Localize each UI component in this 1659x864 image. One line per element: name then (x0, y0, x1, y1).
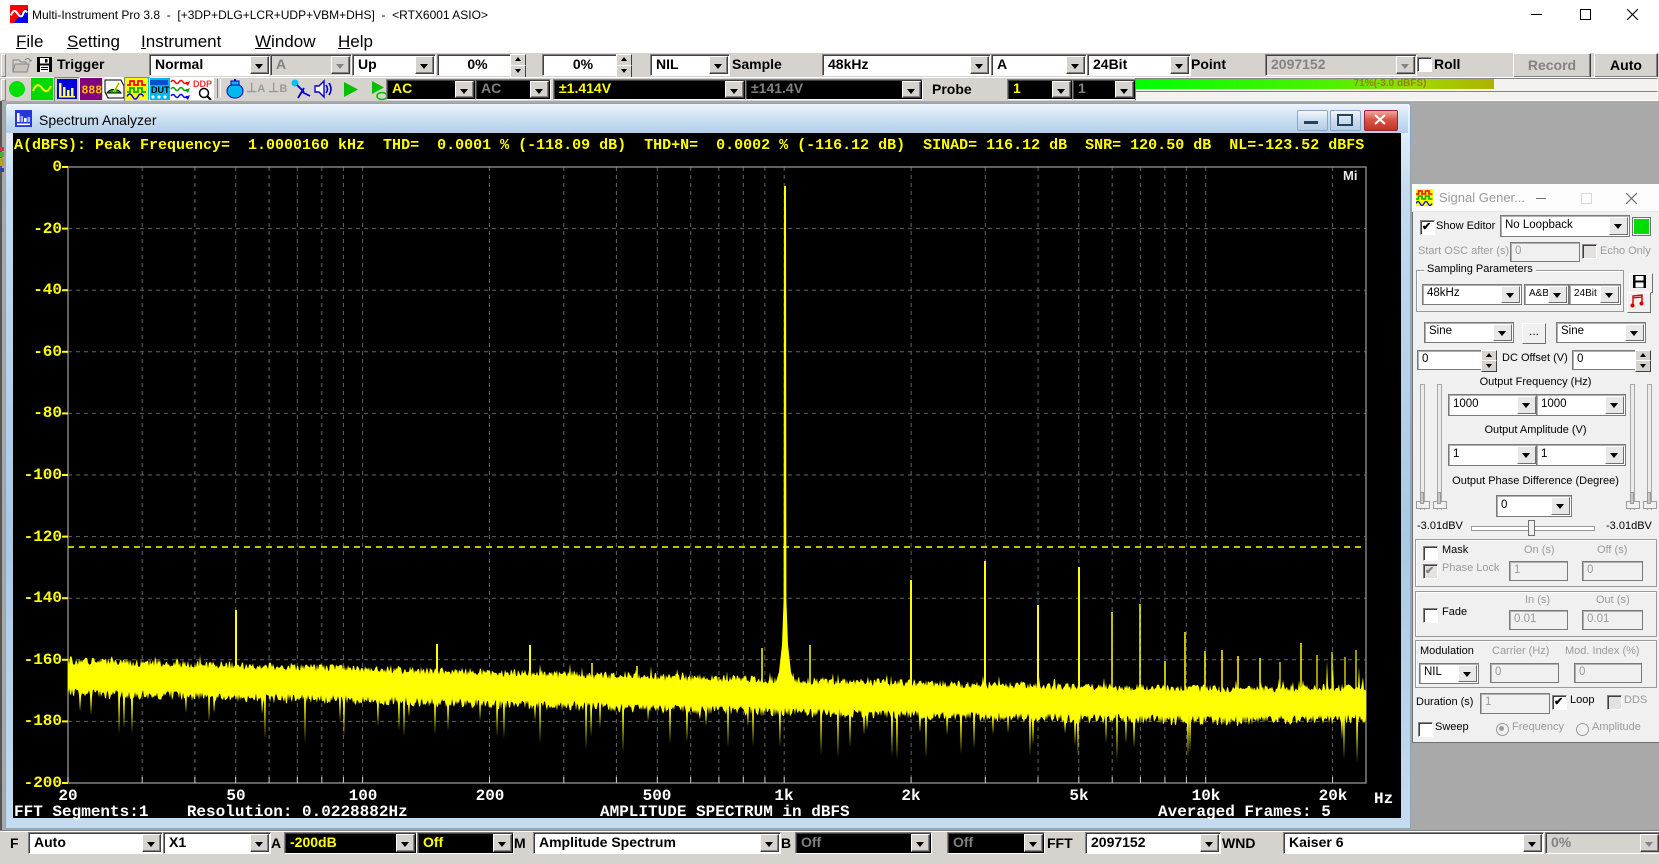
svg-text:DUT: DUT (151, 85, 170, 95)
svg-text:888: 888 (82, 85, 103, 98)
svg-text:DDP: DDP (193, 79, 212, 89)
